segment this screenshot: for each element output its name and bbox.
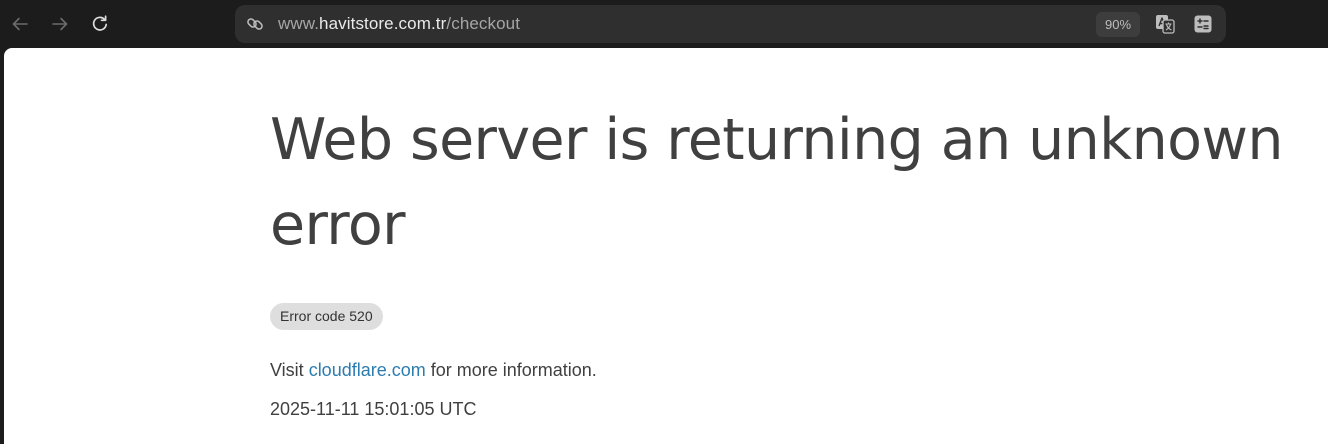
- reload-button[interactable]: [86, 10, 114, 38]
- back-button[interactable]: [6, 10, 34, 38]
- error-headline: Web server is returning an unknown error: [270, 107, 1284, 258]
- url-subdomain: www.: [278, 14, 320, 33]
- info-suffix: for more information.: [425, 360, 597, 380]
- zoom-level-button[interactable]: 90%: [1096, 12, 1140, 37]
- back-arrow-icon: [12, 17, 28, 31]
- info-text: Visit cloudflare.com for more informatio…: [270, 359, 597, 381]
- url-path: /checkout: [446, 14, 521, 33]
- error-code-badge: Error code 520: [270, 303, 383, 330]
- browser-toolbar: www.havitstore.com.tr/checkout 90%: [0, 0, 1328, 48]
- url-domain: havitstore.com.tr: [319, 14, 447, 33]
- reader-mode-icon[interactable]: [1193, 14, 1213, 34]
- info-prefix: Visit: [270, 360, 309, 380]
- reload-icon: [92, 15, 108, 31]
- url-text[interactable]: www.havitstore.com.tr/checkout: [278, 14, 520, 34]
- cloudflare-link[interactable]: cloudflare.com: [309, 360, 426, 380]
- page-viewport: Web server is returning an unknown error…: [4, 48, 1328, 444]
- site-info-icon[interactable]: [246, 15, 264, 33]
- forward-button[interactable]: [46, 10, 74, 38]
- address-bar[interactable]: www.havitstore.com.tr/checkout 90%: [235, 5, 1226, 43]
- error-timestamp: 2025-11-11 15:01:05 UTC: [270, 399, 477, 419]
- translate-icon[interactable]: [1155, 14, 1175, 34]
- forward-arrow-icon: [52, 17, 68, 31]
